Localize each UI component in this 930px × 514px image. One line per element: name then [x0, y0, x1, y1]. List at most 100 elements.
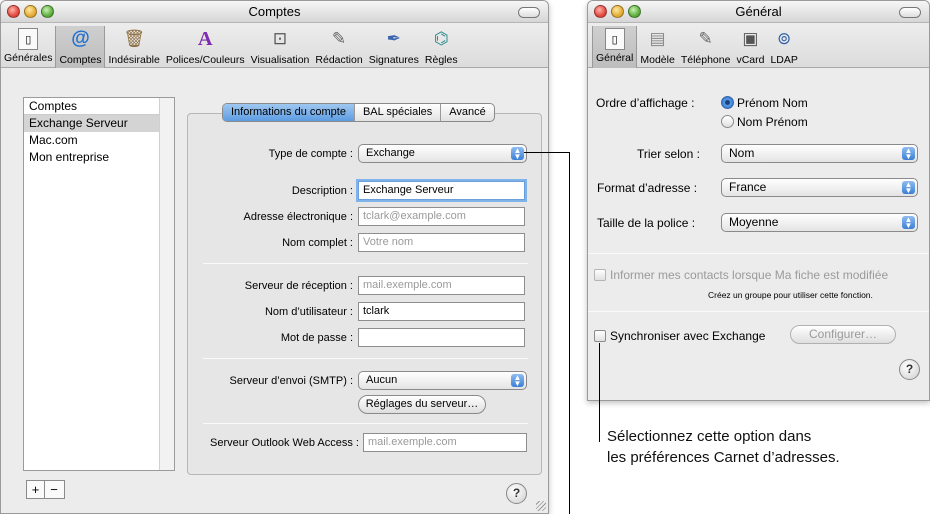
inform-contacts-note: Créez un groupe pour utiliser cette fonc…: [708, 290, 873, 300]
email-field[interactable]: tclark@example.com: [358, 207, 525, 226]
inform-contacts-checkbox[interactable]: [594, 269, 606, 281]
toolbar-label: Comptes: [59, 54, 102, 66]
font-size-popup[interactable]: Moyenne ▲ ▼: [721, 213, 918, 232]
toolbar-signatures[interactable]: ✒ Signatures: [366, 26, 422, 68]
incoming-server-label: Serveur de réception :: [244, 280, 353, 292]
list-scrollbar[interactable]: [159, 98, 174, 470]
toolbar-regles[interactable]: ⌬ Règles: [422, 26, 461, 68]
close-button[interactable]: [594, 5, 607, 18]
sort-value: Nom: [729, 146, 755, 160]
add-account-button[interactable]: +: [27, 481, 45, 498]
remove-account-button[interactable]: −: [45, 481, 63, 498]
owa-field[interactable]: mail.exemple.com: [363, 433, 527, 452]
radio-nom-prenom[interactable]: [721, 115, 734, 128]
toolbar-telephone[interactable]: ✎ Téléphone: [678, 26, 734, 68]
font-icon: A: [192, 26, 218, 52]
toolbar-label: Rédaction: [315, 54, 363, 66]
toolbar-label: Visualisation: [250, 54, 310, 66]
description-label: Description :: [291, 185, 353, 197]
owa-label: Serveur Outlook Web Access :: [210, 437, 359, 449]
switch-icon: ▯: [18, 28, 39, 50]
sort-popup[interactable]: Nom ▲ ▼: [721, 144, 918, 163]
sync-exchange-checkbox[interactable]: [594, 330, 606, 342]
inform-contacts-label[interactable]: Informer mes contacts lorsque Ma fiche e…: [610, 268, 888, 282]
divider: [203, 263, 528, 264]
font-size-value: Moyenne: [729, 215, 779, 229]
ldap-icon: ⊚: [777, 29, 792, 48]
configure-button[interactable]: Configurer…: [790, 325, 896, 344]
radio-prenom-nom-label[interactable]: Prénom Nom: [737, 96, 808, 110]
radio-prenom-nom[interactable]: [721, 96, 734, 109]
zoom-button[interactable]: [628, 5, 641, 18]
zoom-button[interactable]: [41, 5, 54, 18]
account-type-popup[interactable]: Exchange ▲ ▼: [358, 144, 527, 163]
prefs-toolbar: ▯ Général ▤ Modèle ✎ Téléphone ▣ vCard ⊚…: [588, 23, 929, 68]
username-field[interactable]: tclark: [358, 302, 525, 321]
divider: [588, 311, 929, 312]
popup-arrows-icon: ▲ ▼: [902, 147, 915, 161]
toolbar-modele[interactable]: ▤ Modèle: [637, 26, 677, 68]
popup-arrows-icon: ▲ ▼: [511, 147, 524, 161]
tab-informations[interactable]: Informations du compte: [223, 104, 355, 121]
smtp-value: Aucun: [366, 374, 398, 386]
prefs-toolbar: ▯ Générales @ Comptes 🗑 Indésirable A Po…: [1, 23, 548, 68]
popup-arrows-icon: ▲ ▼: [902, 216, 915, 230]
toolbar-label: Indésirable: [108, 54, 160, 66]
help-button[interactable]: ?: [506, 483, 527, 504]
server-settings-button[interactable]: Réglages du serveur…: [358, 395, 486, 414]
minimize-button[interactable]: [24, 5, 37, 18]
toolbar-label: Général: [596, 52, 634, 64]
toolbar-redaction[interactable]: ✎ Rédaction: [312, 26, 365, 68]
tab-bal-speciales[interactable]: BAL spéciales: [355, 104, 442, 121]
popup-arrows-icon: ▲ ▼: [511, 374, 524, 388]
toolbar-visualisation[interactable]: ⊡ Visualisation: [248, 26, 313, 68]
toolbar-toggle-button[interactable]: [899, 7, 921, 18]
resize-grip-icon[interactable]: [536, 501, 546, 511]
toolbar-generales[interactable]: ▯ Générales: [1, 26, 55, 68]
username-label: Nom d’utilisateur :: [264, 306, 353, 318]
full-name-label: Nom complet :: [282, 237, 353, 249]
account-item-mac[interactable]: Mac.com: [24, 132, 174, 149]
accounts-list-header: Comptes: [24, 98, 174, 115]
switch-icon: ▯: [604, 28, 625, 50]
password-field[interactable]: [358, 328, 525, 347]
address-format-label: Format d’adresse :: [597, 181, 698, 195]
tab-avance[interactable]: Avancé: [441, 104, 494, 121]
add-remove-buttons: + −: [26, 480, 65, 499]
toolbar-vcard[interactable]: ▣ vCard: [733, 26, 767, 68]
sync-exchange-label[interactable]: Synchroniser avec Exchange: [610, 329, 765, 343]
incoming-server-field[interactable]: mail.exemple.com: [358, 276, 525, 295]
minimize-button[interactable]: [611, 5, 624, 18]
toolbar-toggle-button[interactable]: [518, 7, 540, 18]
smtp-popup[interactable]: Aucun ▲ ▼: [358, 371, 527, 390]
toolbar-general[interactable]: ▯ Général: [592, 26, 638, 68]
toolbar-ldap[interactable]: ⊚ LDAP: [767, 26, 800, 68]
account-item-entreprise[interactable]: Mon entreprise: [24, 149, 174, 166]
toolbar-polices-couleurs[interactable]: A Polices/Couleurs: [163, 26, 248, 68]
pen-icon: ✒: [386, 29, 401, 48]
window-controls: [7, 5, 54, 18]
description-field[interactable]: Exchange Serveur: [358, 181, 525, 200]
divider: [203, 358, 528, 359]
radio-nom-prenom-label[interactable]: Nom Prénom: [737, 115, 808, 129]
account-item-exchange[interactable]: Exchange Serveur: [24, 115, 174, 132]
help-button[interactable]: ?: [899, 359, 920, 380]
titlebar: Comptes: [1, 1, 548, 23]
toolbar-label: LDAP: [770, 54, 798, 66]
font-size-label: Taille de la police :: [597, 216, 696, 230]
rules-icon: ⌬: [433, 29, 449, 48]
address-format-popup[interactable]: France ▲ ▼: [721, 178, 918, 197]
callout-line: [524, 152, 570, 153]
divider: [588, 253, 929, 254]
close-button[interactable]: [7, 5, 20, 18]
full-name-field[interactable]: Votre nom: [358, 233, 525, 252]
window-controls: [594, 5, 641, 18]
phone-icon: ✎: [698, 29, 713, 48]
email-label: Adresse électronique :: [243, 211, 353, 223]
at-icon: @: [71, 28, 90, 49]
toolbar-comptes[interactable]: @ Comptes: [55, 26, 106, 68]
toolbar-indesirable[interactable]: 🗑 Indésirable: [105, 26, 162, 68]
pencil-icon: ✎: [331, 29, 347, 48]
callout-line: [569, 152, 570, 514]
junk-icon: 🗑: [123, 29, 145, 48]
